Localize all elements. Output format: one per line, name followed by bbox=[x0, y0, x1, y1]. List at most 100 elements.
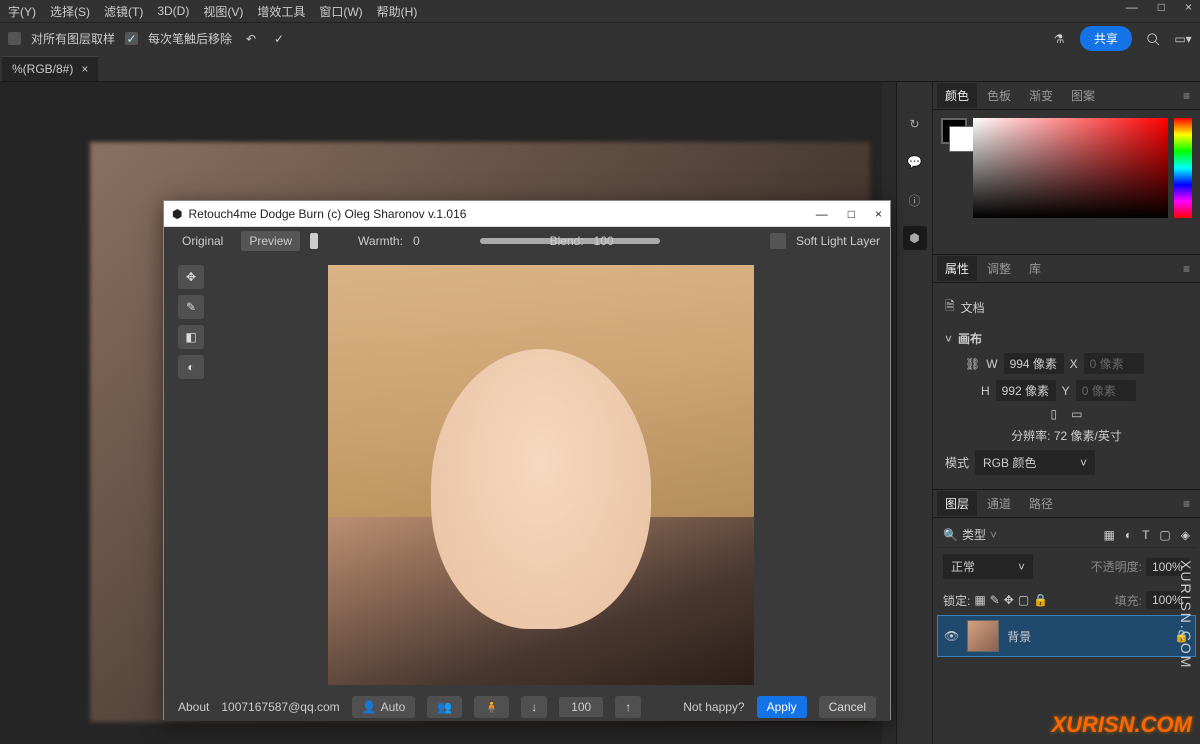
lock-artboard-icon[interactable]: ▢ bbox=[1018, 593, 1029, 607]
original-button[interactable]: Original bbox=[174, 231, 231, 251]
tab-adjustments[interactable]: 调整 bbox=[979, 256, 1019, 281]
right-panels: 颜色 色板 渐变 图案 ≡ 属性 调整 库 ≡ 🗎文档 ˅画布 ⛓ bbox=[932, 82, 1200, 744]
down-button[interactable]: ↓ bbox=[521, 696, 547, 718]
chevron-down-icon[interactable]: ˅ bbox=[945, 332, 952, 346]
close-icon[interactable]: × bbox=[875, 207, 882, 221]
warmth-slider[interactable] bbox=[310, 233, 318, 249]
tab-layers[interactable]: 图层 bbox=[937, 491, 977, 516]
filter-smart-icon[interactable]: ◈ bbox=[1181, 528, 1190, 542]
eraser-tool-icon[interactable]: ◧ bbox=[178, 325, 204, 349]
checkbox[interactable] bbox=[8, 32, 21, 45]
option-label: 每次笔触后移除 bbox=[148, 30, 232, 47]
color-mode-dropdown[interactable]: RGB 颜色˅ bbox=[975, 450, 1095, 475]
menu-item[interactable]: 滤镜(T) bbox=[104, 3, 143, 20]
history-icon[interactable]: ↻ bbox=[903, 112, 927, 136]
brush-tool-icon[interactable]: ✎ bbox=[178, 295, 204, 319]
menu-item[interactable]: 视图(V) bbox=[203, 3, 243, 20]
menu-item[interactable]: 帮助(H) bbox=[377, 3, 418, 20]
maximize-icon[interactable]: □ bbox=[1158, 0, 1165, 14]
search-icon[interactable] bbox=[1144, 30, 1162, 48]
color-picker[interactable] bbox=[933, 110, 1200, 240]
portrait-icon[interactable]: ▯ bbox=[1051, 407, 1058, 421]
layer-filter[interactable]: 🔍 类型 ˅ bbox=[943, 526, 1093, 543]
compare-tool-icon[interactable]: ◐ bbox=[178, 355, 204, 379]
tab-swatches[interactable]: 色板 bbox=[979, 83, 1019, 108]
width-input[interactable]: 994 像素 bbox=[1004, 353, 1064, 374]
checkbox[interactable]: ✓ bbox=[125, 32, 138, 45]
chevron-down-icon: ˅ bbox=[1080, 456, 1087, 470]
preview-image bbox=[328, 265, 754, 685]
lock-brush-icon[interactable]: ✎ bbox=[990, 593, 1000, 607]
document-tab[interactable]: %(RGB/8#) × bbox=[2, 56, 98, 81]
tab-gradients[interactable]: 渐变 bbox=[1021, 83, 1061, 108]
filter-adjust-icon[interactable]: ◐ bbox=[1125, 528, 1132, 542]
hue-slider[interactable] bbox=[1174, 118, 1192, 218]
tab-properties[interactable]: 属性 bbox=[937, 256, 977, 281]
undo-icon[interactable]: ↶ bbox=[242, 30, 260, 48]
plugin-body: ✥ ✎ ◧ ◐ bbox=[164, 255, 890, 693]
about-button[interactable]: About bbox=[178, 700, 209, 714]
saturation-box[interactable] bbox=[973, 118, 1168, 218]
tab-paths[interactable]: 路径 bbox=[1021, 491, 1061, 516]
apply-button[interactable]: Apply bbox=[757, 696, 807, 718]
tab-color[interactable]: 颜色 bbox=[937, 83, 977, 108]
flask-icon[interactable]: ⚗ bbox=[1050, 30, 1068, 48]
plugin-icon[interactable]: ⬢ bbox=[903, 226, 927, 250]
minimize-icon[interactable]: — bbox=[816, 207, 828, 221]
foreground-background-swatch[interactable] bbox=[941, 118, 967, 144]
menu-item[interactable]: 选择(S) bbox=[50, 3, 90, 20]
menu-item[interactable]: 字(Y) bbox=[8, 3, 36, 20]
layer-name[interactable]: 背景 bbox=[1007, 628, 1031, 645]
landscape-icon[interactable]: ▭ bbox=[1071, 407, 1082, 421]
maximize-icon[interactable]: □ bbox=[848, 207, 855, 221]
comment-icon[interactable]: 💬 bbox=[903, 150, 927, 174]
value-input[interactable]: 100 bbox=[559, 697, 603, 717]
commit-icon[interactable]: ✓ bbox=[270, 30, 288, 48]
height-input[interactable]: 992 像素 bbox=[996, 380, 1056, 401]
link-icon[interactable]: ⛓ bbox=[965, 357, 980, 371]
not-happy-button[interactable]: Not happy? bbox=[683, 700, 744, 714]
properties-panel: 🗎文档 ˅画布 ⛓ W 994 像素 X 0 像素 H 992 像素 Y 0 像… bbox=[933, 283, 1200, 489]
lock-move-icon[interactable]: ✥ bbox=[1004, 593, 1014, 607]
lock-pixels-icon[interactable]: ▦ bbox=[974, 593, 985, 607]
cancel-button[interactable]: Cancel bbox=[819, 696, 876, 718]
info-icon[interactable]: ⓘ bbox=[903, 188, 927, 212]
share-button[interactable]: 共享 bbox=[1080, 26, 1132, 51]
blend-mode-dropdown[interactable]: 正常˅ bbox=[943, 554, 1033, 579]
minimize-icon[interactable]: — bbox=[1126, 0, 1138, 14]
up-button[interactable]: ↑ bbox=[615, 696, 641, 718]
layer-item[interactable]: 👁 背景 🔒 bbox=[937, 615, 1196, 657]
menu-item[interactable]: 窗口(W) bbox=[319, 3, 362, 20]
panel-menu-icon[interactable]: ≡ bbox=[1183, 262, 1196, 276]
soft-light-checkbox[interactable] bbox=[770, 233, 786, 249]
lock-all-icon[interactable]: 🔒 bbox=[1033, 593, 1048, 607]
filter-image-icon[interactable]: ▦ bbox=[1103, 528, 1114, 542]
auto-button[interactable]: 👤Auto bbox=[352, 696, 416, 718]
layer-thumbnail[interactable] bbox=[967, 620, 999, 652]
preview-button[interactable]: Preview bbox=[241, 231, 300, 251]
menu-item[interactable]: 3D(D) bbox=[157, 4, 189, 18]
panel-menu-icon[interactable]: ≡ bbox=[1183, 497, 1196, 511]
move-tool-icon[interactable]: ✥ bbox=[178, 265, 204, 289]
value-slider[interactable] bbox=[933, 240, 1200, 254]
doc-label: 文档 bbox=[961, 299, 985, 316]
watermark-vertical: XURISN.COM bbox=[1178, 560, 1194, 669]
watermark: XURISN.COM bbox=[1051, 712, 1192, 738]
workspace-icon[interactable]: ▭▾ bbox=[1174, 30, 1192, 48]
tab-patterns[interactable]: 图案 bbox=[1063, 83, 1103, 108]
plugin-preview[interactable] bbox=[206, 265, 876, 683]
close-icon[interactable]: × bbox=[1185, 0, 1192, 14]
close-tab-icon[interactable]: × bbox=[81, 62, 88, 76]
dialog-titlebar[interactable]: ⬢ Retouch4me Dodge Burn (c) Oleg Sharono… bbox=[164, 201, 890, 227]
panel-menu-icon[interactable]: ≡ bbox=[1183, 89, 1196, 103]
face-button[interactable]: 👥 bbox=[427, 696, 462, 718]
menu-item[interactable]: 增效工具 bbox=[257, 3, 305, 20]
body-button[interactable]: 🧍 bbox=[474, 696, 509, 718]
plugin-tools: ✥ ✎ ◧ ◐ bbox=[178, 265, 206, 683]
tab-channels[interactable]: 通道 bbox=[979, 491, 1019, 516]
filter-shape-icon[interactable]: ▢ bbox=[1159, 528, 1170, 542]
visibility-icon[interactable]: 👁 bbox=[944, 629, 959, 643]
tab-libraries[interactable]: 库 bbox=[1021, 256, 1049, 281]
filter-text-icon[interactable]: T bbox=[1142, 528, 1149, 542]
tab-label: %(RGB/8#) bbox=[12, 62, 73, 76]
